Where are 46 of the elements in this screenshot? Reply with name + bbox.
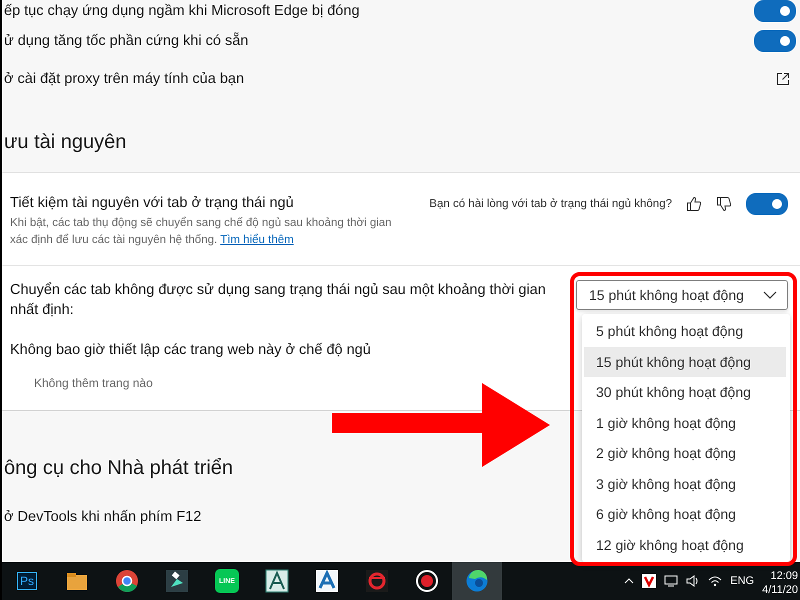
- empty-list-text: Không thêm trang nào: [34, 376, 153, 390]
- network-icon[interactable]: [664, 575, 678, 587]
- dropdown-option[interactable]: 2 giờ không hoạt động: [584, 438, 786, 468]
- photoshop-icon[interactable]: Ps: [16, 572, 37, 590]
- dropdown-option[interactable]: 12 giờ không hoạt động: [584, 530, 786, 560]
- setting-title: Tiết kiệm tài nguyên với tab ở trạng thái ngủ: [10, 195, 294, 211]
- language-indicator[interactable]: ENG: [730, 575, 754, 587]
- setting-title: Không bao giờ thiết lập các trang web này ở chế độ ngủ: [10, 342, 371, 358]
- volume-icon[interactable]: [686, 575, 700, 587]
- toggle-switch[interactable]: [754, 30, 796, 52]
- section-heading: ưu tài nguyên: [4, 130, 126, 154]
- drafting-app-icon[interactable]: [265, 569, 289, 593]
- cad-app-icon[interactable]: [315, 569, 339, 593]
- setting-label: ở cài đặt proxy trên máy tính của bạn: [4, 71, 244, 87]
- clock-time[interactable]: 12:09: [770, 569, 798, 583]
- dropdown-option[interactable]: 3 giờ không hoạt động: [584, 468, 786, 499]
- video-editor-icon[interactable]: [165, 569, 189, 593]
- dropdown-option[interactable]: 30 phút không hoạt động: [584, 377, 786, 408]
- toggle-switch[interactable]: [754, 0, 796, 22]
- record-icon[interactable]: [415, 569, 439, 593]
- dropdown-option[interactable]: 15 phút không hoạt động: [584, 346, 786, 377]
- external-link-icon[interactable]: [776, 72, 790, 86]
- thumbs-down-icon[interactable]: [716, 196, 732, 212]
- clock-date[interactable]: 4/11/20: [762, 583, 798, 597]
- game-launcher-icon[interactable]: [365, 569, 389, 593]
- toggle-switch[interactable]: [746, 193, 788, 215]
- antivirus-icon[interactable]: [642, 574, 656, 588]
- setting-label: ở DevTools khi nhấn phím F12: [4, 509, 202, 525]
- chevron-up-icon[interactable]: [624, 578, 634, 584]
- setting-label: ử dụng tăng tốc phần cứng khi có sẵn: [4, 33, 248, 49]
- browser-icon[interactable]: [115, 569, 139, 593]
- timeout-dropdown[interactable]: 15 phút không hoạt động: [576, 280, 788, 310]
- wifi-icon[interactable]: [708, 575, 722, 587]
- dropdown-option[interactable]: 1 giờ không hoạt động: [584, 408, 786, 438]
- learn-more-link[interactable]: Tìm hiểu thêm: [220, 234, 294, 246]
- dropdown-option[interactable]: 6 giờ không hoạt động: [584, 499, 786, 530]
- section-heading: ông cụ cho Nhà phát triển: [4, 456, 234, 480]
- active-taskbar-slot[interactable]: [452, 562, 502, 600]
- edge-browser-icon[interactable]: [465, 569, 489, 593]
- setting-description: Khi bật, các tab thụ động sẽ chuyển sang chế độ ngủ sau khoảng thời gian xác định để lưu các tài nguyên hệ thống. Tìm hiểu thêm: [10, 216, 393, 248]
- setting-label: ếp tục chạy ứng dụng ngầm khi Microsoft Edge bị đóng: [4, 3, 360, 19]
- feedback-question: Bạn có hài lòng với tab ở trạng thái ngủ không?: [429, 198, 672, 210]
- thumbs-up-icon[interactable]: [686, 196, 702, 212]
- setting-label: Chuyển các tab không được sử dụng sang trạng thái ngủ sau một khoảng thời gian nhất định:: [10, 281, 547, 320]
- dropdown-option[interactable]: 5 phút không hoạt động: [584, 316, 786, 346]
- chevron-down-icon: [763, 291, 777, 299]
